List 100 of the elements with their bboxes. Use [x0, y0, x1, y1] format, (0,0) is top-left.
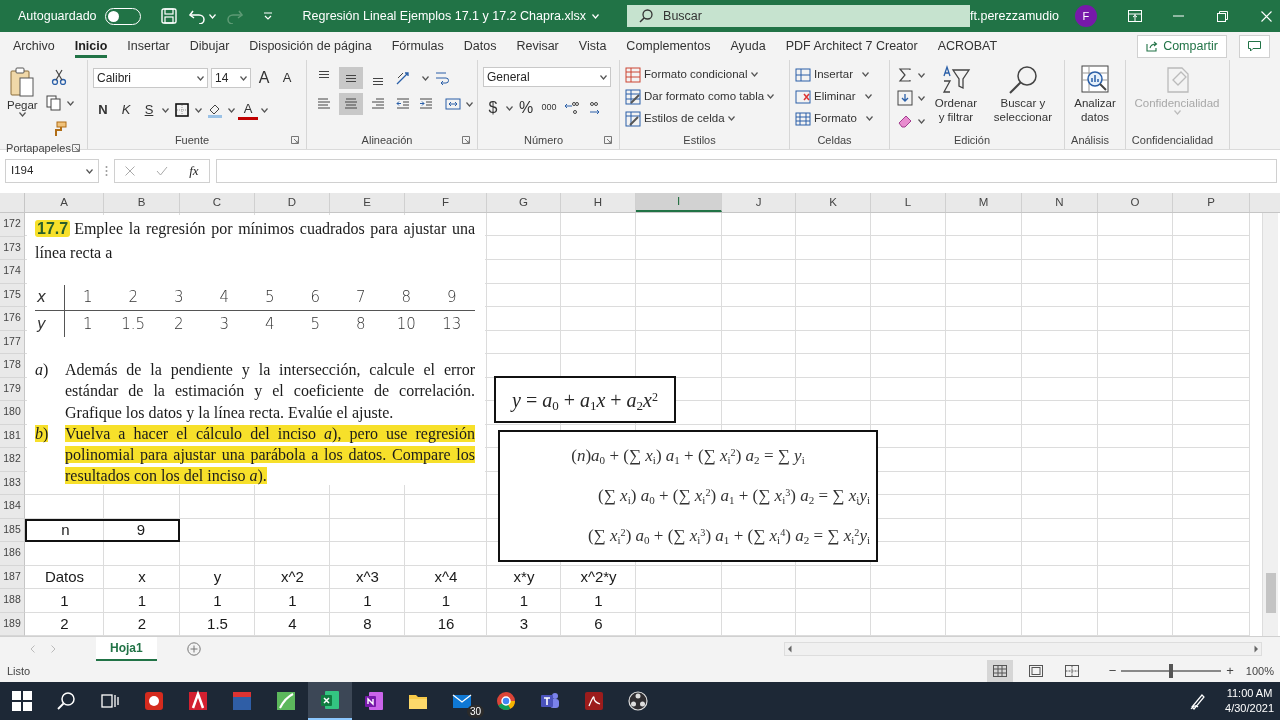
slider-thumb[interactable]	[1169, 664, 1174, 678]
column-header[interactable]: N	[1022, 193, 1098, 212]
column-header[interactable]: L	[871, 193, 946, 212]
ribbon-tab[interactable]: Inicio	[64, 32, 118, 60]
ribbon-tab[interactable]: Vista	[568, 32, 617, 60]
row-header[interactable]: 173	[0, 236, 25, 260]
cell-styles-button[interactable]: Estilos de celda	[625, 108, 775, 129]
undo-icon[interactable]	[188, 8, 206, 24]
ribbon-tab[interactable]: Insertar	[117, 32, 180, 60]
ribbon-display-icon[interactable]	[1128, 10, 1142, 22]
zoom-in-button[interactable]: +	[1226, 661, 1234, 681]
column-header[interactable]: F	[405, 193, 487, 212]
column-header[interactable]: I	[636, 193, 722, 212]
name-box[interactable]: I194	[5, 159, 99, 183]
row-header[interactable]: 184	[0, 495, 25, 519]
row-header[interactable]: 172	[0, 213, 25, 237]
ribbon-tab[interactable]: Datos	[453, 32, 507, 60]
row-header[interactable]: 185	[0, 518, 25, 542]
number-format-dropdown[interactable]: General	[483, 67, 611, 87]
minimize-icon[interactable]	[1173, 15, 1185, 17]
ribbon-tab[interactable]: Ayuda	[720, 32, 776, 60]
ribbon-tab[interactable]: Archivo	[3, 32, 65, 60]
zoom-out-button[interactable]: −	[1108, 661, 1117, 681]
save-icon[interactable]	[160, 8, 177, 24]
ribbon-tab[interactable]: Complementos	[616, 32, 721, 60]
column-header[interactable]: O	[1098, 193, 1173, 212]
insert-cells-button[interactable]: Insertar	[795, 64, 873, 85]
currency-button[interactable]: $	[483, 97, 503, 119]
row-header[interactable]: 182	[0, 448, 25, 472]
column-header[interactable]: C	[180, 193, 255, 212]
scrollbar-thumb[interactable]	[1266, 573, 1276, 613]
conditional-formatting-button[interactable]: Formato condicional	[625, 64, 775, 85]
column-header[interactable]: M	[946, 193, 1022, 212]
font-size-dropdown[interactable]: 14	[211, 68, 251, 88]
find-select-button[interactable]: Buscar y seleccionar	[986, 64, 1059, 132]
bold-button[interactable]: N	[93, 99, 113, 121]
spreadsheet-app-button[interactable]	[308, 682, 352, 720]
dialog-launcher-icon[interactable]	[291, 136, 299, 144]
formula-input[interactable]	[216, 159, 1277, 183]
dialog-launcher-icon[interactable]	[462, 136, 470, 144]
column-header[interactable]: E	[330, 193, 405, 212]
italic-button[interactable]: K	[116, 99, 136, 121]
underline-button[interactable]: S	[139, 99, 159, 121]
dialog-launcher-icon[interactable]	[604, 136, 612, 144]
vertical-scrollbar[interactable]	[1262, 213, 1278, 636]
align-middle-button[interactable]	[339, 67, 363, 89]
shrink-font-button[interactable]: A	[277, 67, 297, 89]
column-header[interactable]: G	[487, 193, 561, 212]
paste-button[interactable]: Pegar	[5, 66, 40, 140]
ribbon-tab[interactable]: Revisar	[506, 32, 569, 60]
column-header[interactable]: J	[722, 193, 796, 212]
copy-button[interactable]	[43, 92, 64, 114]
row-header[interactable]: 180	[0, 401, 25, 425]
search-field[interactable]: Buscar	[627, 5, 971, 27]
restore-icon[interactable]	[1217, 10, 1229, 22]
customize-icon[interactable]	[262, 12, 273, 20]
row-header[interactable]: 175	[0, 283, 25, 307]
row-header[interactable]: 183	[0, 471, 25, 495]
thousands-button[interactable]: 000	[539, 97, 559, 119]
format-as-table-button[interactable]: Dar formato como tabla	[625, 86, 775, 107]
ribbon-tab[interactable]: Disposición de página	[239, 32, 382, 60]
sort-filter-button[interactable]: Ordenar y filtrar	[929, 64, 983, 132]
font-name-dropdown[interactable]: Calibri	[93, 68, 208, 88]
user-avatar[interactable]: F	[1075, 5, 1097, 27]
insert-function-button[interactable]: fx	[189, 161, 199, 181]
row-header[interactable]: 189	[0, 612, 25, 636]
row-header[interactable]: 174	[0, 260, 25, 284]
comments-button[interactable]	[1239, 34, 1270, 58]
ribbon-tab[interactable]: PDF Architect 7 Creator	[775, 32, 928, 60]
dialog-launcher-icon[interactable]	[72, 144, 80, 153]
row-header[interactable]: 177	[0, 330, 25, 354]
mail-button[interactable]: 30	[440, 682, 484, 720]
row-header[interactable]: 186	[0, 542, 25, 566]
row-header[interactable]: 188	[0, 589, 25, 613]
row-header[interactable]: 181	[0, 424, 25, 448]
clock-time[interactable]: 11:00 AM	[1225, 686, 1274, 701]
font-color-button[interactable]: A	[238, 100, 258, 120]
horizontal-scrollbar[interactable]	[784, 641, 1262, 656]
sheet-tab[interactable]: Hoja1	[96, 636, 157, 661]
ribbon-tab[interactable]: ACROBAT	[927, 32, 1008, 60]
row-header[interactable]: 178	[0, 354, 25, 378]
column-header[interactable]: D	[255, 193, 330, 212]
format-cells-button[interactable]: Formato	[795, 108, 873, 129]
delete-cells-button[interactable]: Eliminar	[795, 86, 873, 107]
share-button[interactable]: Compartir	[1137, 34, 1227, 58]
zoom-level[interactable]: 100%	[1245, 662, 1274, 680]
normal-view-button[interactable]	[986, 660, 1013, 682]
row-header[interactable]: 187	[0, 565, 25, 589]
row-header[interactable]: 179	[0, 377, 25, 401]
column-header[interactable]: P	[1173, 193, 1250, 212]
ribbon-tab[interactable]: Dibujar	[179, 32, 240, 60]
percent-button[interactable]: %	[516, 97, 536, 119]
clock-date[interactable]: 4/30/2021	[1225, 701, 1274, 716]
ribbon-tab[interactable]: Fórmulas	[381, 32, 454, 60]
fill-button[interactable]	[895, 87, 915, 109]
grow-font-button[interactable]: A	[254, 67, 274, 89]
close-icon[interactable]	[1261, 10, 1273, 22]
column-header[interactable]: K	[796, 193, 871, 212]
analyze-data-button[interactable]: Analizar datos	[1070, 64, 1120, 131]
column-header[interactable]: A	[25, 193, 104, 212]
